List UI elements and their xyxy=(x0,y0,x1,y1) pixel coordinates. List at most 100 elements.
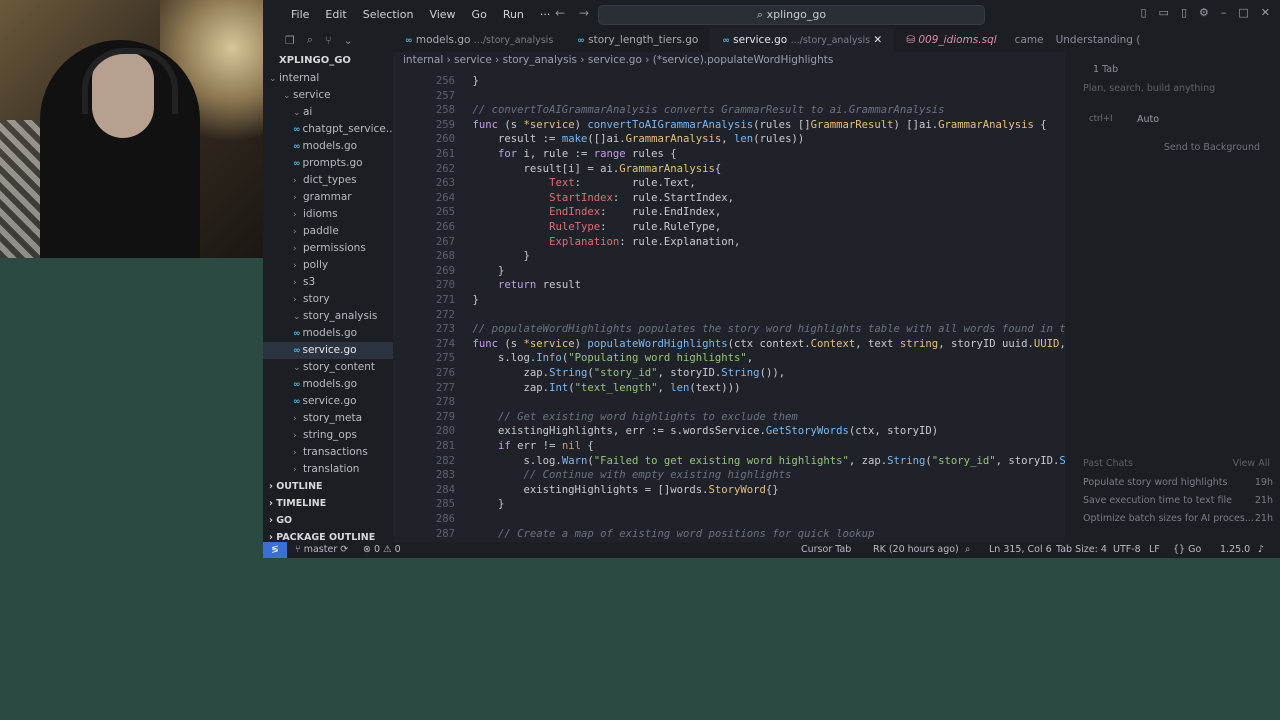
tree-item[interactable]: › idioms xyxy=(263,206,393,223)
breadcrumb[interactable]: internal › service › story_analysis › se… xyxy=(403,54,833,66)
chat-input[interactable]: Plan, search, build anything xyxy=(1083,83,1215,94)
search-icon[interactable]: ⌕ xyxy=(307,33,313,47)
tree-item[interactable]: ∞ models.go xyxy=(263,376,393,393)
code-editor[interactable]: 256 } 257 258 // convertToAIGrammarAnalys… xyxy=(393,72,1065,542)
tree-item[interactable]: › story xyxy=(263,291,393,308)
tree-item-label: story_analysis xyxy=(303,310,378,322)
chevron-right-icon: › xyxy=(293,448,297,458)
sidebar-section[interactable]: › TIMELINE xyxy=(263,495,393,512)
menu-item-5[interactable]: Run xyxy=(495,8,532,21)
line-number: 275 xyxy=(435,352,455,365)
tree-item[interactable]: ⌄ ai xyxy=(263,104,393,121)
chat-history-item[interactable]: Save execution time to text file 21h xyxy=(1083,492,1273,510)
view-all-link[interactable]: View All xyxy=(1233,458,1270,469)
tree-item[interactable]: › dict_types xyxy=(263,172,393,189)
tree-item[interactable]: ∞ service.go xyxy=(263,342,393,359)
close-tab-icon[interactable]: ✕ xyxy=(873,34,882,46)
line-number: 283 xyxy=(435,469,455,482)
send-to-background[interactable]: Send to Background xyxy=(1164,142,1260,153)
tree-item[interactable]: › polly xyxy=(263,257,393,274)
tree-item[interactable]: ⌄ internal xyxy=(263,70,393,87)
menu-item-0[interactable]: File xyxy=(283,8,317,21)
chat-tab-count[interactable]: 1 Tab xyxy=(1093,64,1118,75)
bell-icon[interactable]: ♪ xyxy=(1258,542,1264,558)
tree-item[interactable]: ⌄ story_analysis xyxy=(263,308,393,325)
go-version[interactable]: 1.25.0 xyxy=(1220,542,1250,558)
tree-item[interactable]: ∞ service.go xyxy=(263,393,393,410)
line-number: 276 xyxy=(435,367,455,379)
tree-item-label: s3 xyxy=(303,276,316,288)
chat-history-item[interactable]: Populate story word highlights 19h xyxy=(1083,474,1273,492)
tree-item[interactable]: › transactions xyxy=(263,444,393,461)
sidebar-section[interactable]: › GO xyxy=(263,512,393,529)
eol[interactable]: LF xyxy=(1149,542,1160,558)
tree-item[interactable]: › translation xyxy=(263,461,393,478)
settings-icon[interactable]: ⚙ xyxy=(1199,6,1209,19)
tree-item[interactable]: ∞ models.go xyxy=(263,138,393,155)
explorer-root-title[interactable]: XPLINGO_GO xyxy=(263,52,393,70)
menu-item-1[interactable]: Edit xyxy=(317,8,354,21)
go-file-icon: ∞ xyxy=(293,125,301,135)
editor-tab[interactable]: ⛁ 009_idioms.sql xyxy=(894,28,1008,52)
problems-status[interactable]: ⊗ 0 ⚠ 0 xyxy=(363,542,401,558)
chat-title: Optimize batch sizes for AI proces... xyxy=(1083,513,1254,524)
go-file-icon: ∞ xyxy=(722,36,730,46)
layout-icon[interactable]: ▯ xyxy=(1140,6,1146,19)
source-control-icon[interactable]: ⑂ xyxy=(325,34,332,47)
tree-item[interactable]: › string_ops xyxy=(263,427,393,444)
git-blame-status[interactable]: RK (20 hours ago) xyxy=(873,542,959,558)
go-file-icon: ∞ xyxy=(577,36,585,46)
line-number: 266 xyxy=(435,221,455,233)
cursor-position[interactable]: Ln 315, Col 6 xyxy=(989,542,1052,558)
menu-item-3[interactable]: View xyxy=(421,8,463,21)
tree-item[interactable]: ∞ prompts.go xyxy=(263,155,393,172)
chevron-right-icon: › xyxy=(293,465,297,475)
menu-item-2[interactable]: Selection xyxy=(355,8,422,21)
secondary-tab[interactable]: Understanding ( xyxy=(1050,34,1147,46)
tree-item[interactable]: › permissions xyxy=(263,240,393,257)
encoding[interactable]: UTF-8 xyxy=(1113,542,1141,558)
tree-item-label: models.go xyxy=(302,140,358,152)
branch-status[interactable]: ⑂ master ⟳ xyxy=(295,542,348,558)
secondary-tab[interactable]: came xyxy=(1009,34,1050,46)
sidebar-icon[interactable]: ▯ xyxy=(1181,6,1187,19)
tree-item[interactable]: ⌄ story_content xyxy=(263,359,393,376)
chevron-down-icon[interactable]: ⌄ xyxy=(344,34,353,47)
close-window-icon[interactable]: ✕ xyxy=(1261,6,1270,19)
chat-model[interactable]: Auto xyxy=(1137,114,1159,125)
code-text: existingHighlights = []words.StoryWord{} xyxy=(447,483,779,496)
tree-item[interactable]: ∞ chatgpt_service... xyxy=(263,121,393,138)
command-center-search[interactable]: ⌕ xplingo_go xyxy=(598,5,985,25)
panel-icon[interactable]: ▭ xyxy=(1159,6,1169,19)
line-number: 263 xyxy=(435,177,455,190)
menu-item-4[interactable]: Go xyxy=(464,8,495,21)
tree-item[interactable]: › s3 xyxy=(263,274,393,291)
tree-item[interactable]: › story_meta xyxy=(263,410,393,427)
tree-item[interactable]: ∞ models.go xyxy=(263,325,393,342)
chevron-down-icon: ⌄ xyxy=(293,312,301,322)
tree-item[interactable]: ⌄ service xyxy=(263,87,393,104)
code-text: zap.String("story_id", storyID.String())… xyxy=(447,367,786,379)
editor-tab[interactable]: ∞ story_length_tiers.go xyxy=(565,28,710,52)
remote-icon[interactable]: ≶ xyxy=(263,542,287,558)
files-icon[interactable]: ❐ xyxy=(285,34,295,47)
editor-tab[interactable]: ∞ service.go .../story_analysis ✕ xyxy=(710,28,895,52)
explorer-sidebar: ❐ ⌕ ⑂ ⌄ XPLINGO_GO ⌄ internal ⌄ service ⌄ ai ∞… xyxy=(263,28,393,543)
chat-history-item[interactable]: Optimize batch sizes for AI proces... 21h xyxy=(1083,510,1273,528)
sidebar-section[interactable]: › OUTLINE xyxy=(263,478,393,495)
tree-item[interactable]: › paddle xyxy=(263,223,393,240)
nav-arrows-icon[interactable]: ←→ xyxy=(555,6,603,20)
editor-tab[interactable]: ∞ models.go .../story_analysis xyxy=(393,28,565,52)
cursor-tab-status[interactable]: Cursor Tab xyxy=(801,542,851,558)
zoom-icon[interactable]: ⌕ xyxy=(965,542,970,558)
minimize-icon[interactable]: – xyxy=(1221,6,1227,19)
maximize-icon[interactable]: □ xyxy=(1238,6,1248,19)
tree-item[interactable]: › grammar xyxy=(263,189,393,206)
tab-size[interactable]: Tab Size: 4 xyxy=(1056,542,1107,558)
chevron-right-icon: › xyxy=(293,210,297,220)
tree-item-label: paddle xyxy=(303,225,339,237)
language-mode[interactable]: {} Go xyxy=(1173,542,1201,558)
tree-item-label: story_content xyxy=(303,361,375,373)
code-text: RuleType: rule.RuleType, xyxy=(549,221,722,233)
chat-mode[interactable]: ctrl+I xyxy=(1089,114,1113,124)
